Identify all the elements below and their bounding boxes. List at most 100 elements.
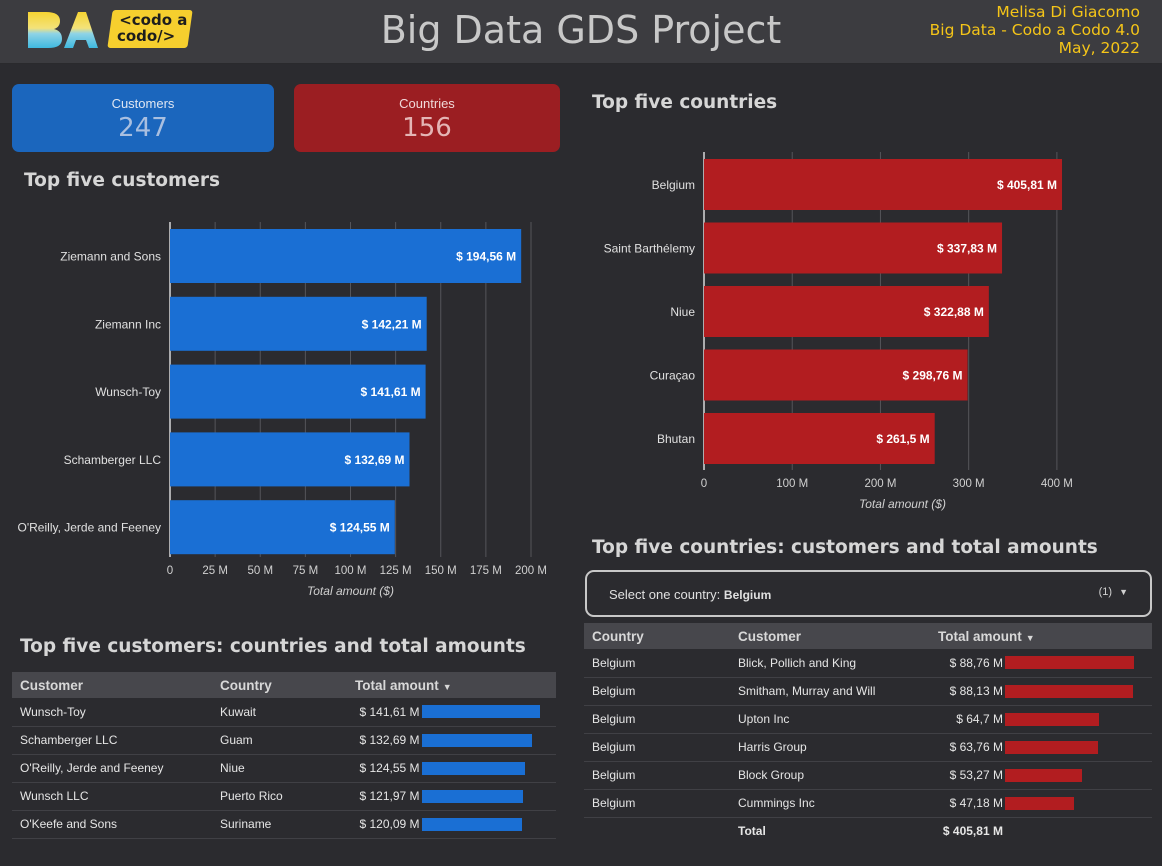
caret-down-icon[interactable]: ▼ [1119, 587, 1128, 597]
amount-cell: $ 64,7 M [930, 705, 1003, 734]
column-header-total-amount[interactable]: Total amount ▼ [347, 672, 556, 698]
country-cell: Kuwait [212, 698, 347, 727]
amount-bar-cell [419, 754, 556, 783]
countries-table: Country Customer Total amount ▼ Belgium Bl… [584, 623, 1152, 845]
amount-bar-cell [1002, 733, 1152, 762]
data-label: $ 124,55 M [330, 521, 390, 535]
country-cell: Niue [212, 754, 347, 783]
amount-bar [421, 705, 540, 719]
country-selector-label: Select one country: Belgium [609, 587, 772, 602]
total-label: Total [738, 824, 766, 839]
x-tick-label: 400 M [1041, 478, 1073, 490]
amount-bar-cell [1002, 761, 1152, 790]
amount-bar [1004, 796, 1074, 810]
data-label: $ 298,76 M [903, 369, 963, 383]
country-cell: Puerto Rico [212, 782, 347, 811]
table-row[interactable]: Belgium Cummings Inc $ 47,18 M [584, 789, 1152, 818]
amount-bar-cell [419, 782, 556, 811]
amount-bar-cell [419, 726, 556, 755]
amount-bar [421, 817, 522, 831]
amount-cell: $ 88,13 M [930, 677, 1003, 706]
customer-cell: Blick, Pollich and King [730, 649, 930, 678]
total-bar-spacer [1003, 817, 1152, 845]
column-header-customer[interactable]: Customer [730, 623, 930, 649]
amount-bar [1004, 768, 1083, 782]
column-header-country[interactable]: Country [584, 623, 730, 649]
data-label: $ 322,88 M [924, 305, 984, 319]
amount-bar-cell [1002, 677, 1152, 706]
table-total-row: Total $ 405,81 M [584, 817, 1152, 845]
amount-bar-cell [419, 810, 556, 839]
top-countries-bar-chart: 0 100 M 200 M 300 M 400 M $ 405,81 M Belgium $ … [604, 152, 1073, 511]
amount-cell: $ 88,76 M [930, 649, 1003, 678]
amount-cell: $ 120,09 M [347, 810, 420, 839]
customer-cell: Wunsch-Toy [12, 698, 212, 727]
x-tick-label: 0 [167, 565, 173, 577]
country-selector-dropdown[interactable]: Select one country: Belgium (1) ▼ [585, 570, 1152, 617]
column-header-total-amount[interactable]: Total amount ▼ [930, 623, 1152, 649]
data-label: $ 261,5 M [876, 432, 929, 446]
table-row[interactable]: O'Reilly, Jerde and Feeney Niue $ 124,55 M [12, 754, 556, 783]
table-header-row: Country Customer Total amount ▼ [584, 623, 1152, 649]
amount-bar [421, 761, 526, 775]
country-cell: Belgium [584, 789, 730, 818]
amount-bar [1004, 740, 1098, 754]
countries-table-title: Top five countries: customers and total … [592, 537, 1098, 558]
country-cell: Suriname [212, 810, 347, 839]
table-row[interactable]: Belgium Block Group $ 53,27 M [584, 761, 1152, 790]
x-tick-label: 50 M [247, 565, 273, 577]
country-cell: Belgium [584, 677, 730, 706]
x-tick-label: 125 M [380, 565, 412, 577]
table-row[interactable]: Belgium Upton Inc $ 64,7 M [584, 705, 1152, 734]
amount-bar [1004, 684, 1134, 698]
x-tick-label: 300 M [953, 478, 985, 490]
table-row[interactable]: Wunsch-Toy Kuwait $ 141,61 M [12, 698, 556, 727]
x-tick-label: 100 M [335, 565, 367, 577]
data-label: $ 405,81 M [997, 178, 1057, 192]
caret-down-icon[interactable]: ▼ [1026, 633, 1035, 643]
table-row[interactable]: Belgium Harris Group $ 63,76 M [584, 733, 1152, 762]
table-row[interactable]: Belgium Blick, Pollich and King $ 88,76 M [584, 649, 1152, 678]
x-tick-label: 25 M [202, 565, 228, 577]
customer-cell: Harris Group [730, 733, 930, 762]
customer-cell: Cummings Inc [730, 789, 930, 818]
country-selector-value: Belgium [723, 588, 772, 602]
caret-down-icon[interactable]: ▼ [443, 682, 452, 692]
x-axis-title: Total amount ($) [859, 497, 946, 511]
customer-cell: Smitham, Murray and Will [730, 677, 930, 706]
customer-cell: O'Reilly, Jerde and Feeney [12, 754, 212, 783]
x-axis-title: Total amount ($) [307, 584, 394, 598]
table-row[interactable]: O'Keefe and Sons Suriname $ 120,09 M [12, 810, 556, 839]
country-selector-count[interactable]: (1) ▼ [1099, 586, 1128, 598]
amount-bar-cell [1002, 789, 1152, 818]
table-row[interactable]: Schamberger LLC Guam $ 132,69 M [12, 726, 556, 755]
amount-bar [1004, 712, 1099, 726]
x-tick-label: 150 M [425, 565, 457, 577]
customer-cell: Wunsch LLC [12, 782, 212, 811]
amount-bar-cell [1002, 649, 1152, 678]
country-cell: Belgium [584, 705, 730, 734]
category-label: Curaçao [650, 369, 696, 383]
total-value: $ 405,81 M [942, 824, 1003, 839]
amount-cell: $ 47,18 M [930, 789, 1003, 818]
table-row[interactable]: Belgium Smitham, Murray and Will $ 88,13 M [584, 677, 1152, 706]
category-label: O'Reilly, Jerde and Feeney [18, 521, 161, 535]
amount-bar-cell [419, 698, 556, 727]
amount-cell: $ 63,76 M [930, 733, 1003, 762]
country-cell: Guam [212, 726, 347, 755]
column-header-country[interactable]: Country [212, 672, 347, 698]
amount-bar-cell [1002, 705, 1152, 734]
customer-cell: Schamberger LLC [12, 726, 212, 755]
category-label: Belgium [652, 178, 695, 192]
data-label: $ 337,83 M [937, 242, 997, 256]
table-row[interactable]: Wunsch LLC Puerto Rico $ 121,97 M [12, 782, 556, 811]
column-header-customer[interactable]: Customer [12, 672, 212, 698]
amount-cell: $ 121,97 M [347, 782, 420, 811]
category-label: Bhutan [657, 432, 695, 446]
amount-bar [421, 733, 533, 747]
x-tick-label: 175 M [470, 565, 502, 577]
x-tick-label: 100 M [776, 478, 808, 490]
table-header-row: Customer Country Total amount ▼ [12, 672, 556, 698]
country-cell: Belgium [584, 761, 730, 790]
customer-cell: O'Keefe and Sons [12, 810, 212, 839]
